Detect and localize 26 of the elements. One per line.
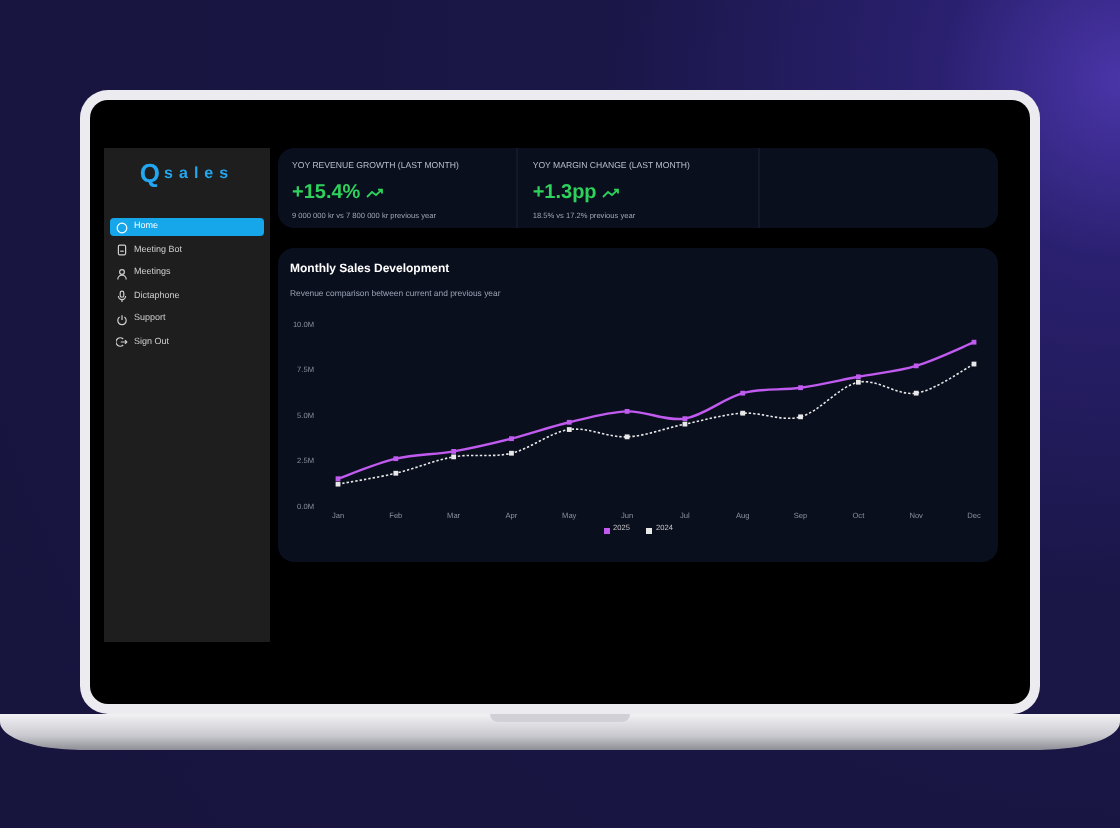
data-point xyxy=(509,451,514,457)
document-icon xyxy=(116,244,128,256)
kpi-value: +1.3pp xyxy=(532,180,597,209)
data-point xyxy=(509,436,514,442)
data-point xyxy=(971,362,977,368)
logo-text: sales xyxy=(164,165,235,181)
data-point xyxy=(740,411,746,417)
sign-out-icon xyxy=(116,336,128,348)
data-point xyxy=(740,391,746,397)
data-point xyxy=(624,409,630,415)
data-point xyxy=(913,364,919,369)
circle-icon xyxy=(116,221,128,233)
data-point xyxy=(913,391,919,397)
data-point xyxy=(798,385,803,391)
kpi-value: +15.4% xyxy=(292,180,361,209)
data-point xyxy=(798,415,803,420)
data-point xyxy=(624,435,630,440)
trend-up-icon xyxy=(366,188,385,199)
person-icon xyxy=(116,267,128,279)
data-point xyxy=(393,456,399,462)
data-point xyxy=(971,340,977,346)
data-point xyxy=(393,471,399,477)
power-icon xyxy=(116,313,128,325)
microphone-icon xyxy=(116,290,128,302)
trend-up-icon xyxy=(602,188,621,199)
logo-mark: Q xyxy=(139,160,161,186)
